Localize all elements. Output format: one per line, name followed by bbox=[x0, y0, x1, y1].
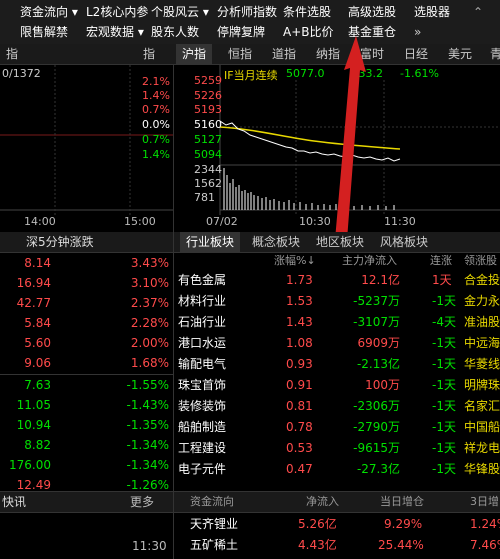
sector-table: 有色金属 1.73 12.1亿 1天 合金投 材料行业 1.53 -5237万 … bbox=[174, 270, 500, 480]
table-row[interactable]: 港口水运 1.08 6909万 -1天 中远海 bbox=[174, 333, 500, 353]
list-item[interactable]: 42.77 2.37% bbox=[0, 293, 173, 313]
col-header[interactable]: 3日增 bbox=[470, 493, 499, 511]
list-item[interactable]: 11.05 -1.43% bbox=[0, 395, 173, 415]
tab-style[interactable]: 风格板块 bbox=[374, 232, 434, 252]
list-item[interactable]: 5.60 2.00% bbox=[0, 333, 173, 353]
table-row[interactable]: 输配电气 0.93 -2.13亿 -1天 华菱线 bbox=[174, 354, 500, 374]
table-row[interactable]: 电子元件 0.47 -27.3亿 -1天 华锋股 bbox=[174, 459, 500, 479]
sector-table-header: 涨幅%↓ 主力净流入 连涨 领涨股 bbox=[174, 252, 500, 270]
col-header[interactable]: 资金流向 bbox=[190, 493, 234, 511]
list-item[interactable]: 8.14 3.43% bbox=[0, 253, 173, 273]
list-item[interactable]: 9.06 1.68% bbox=[0, 353, 173, 373]
rise-fall-list: 8.14 3.43% 16.94 3.10% 42.77 2.37% 5.84 … bbox=[0, 253, 173, 493]
table-row[interactable]: 珠宝首饰 0.91 100万 -1天 明牌珠 bbox=[174, 375, 500, 395]
col-header[interactable]: 连涨 bbox=[430, 252, 452, 270]
tab-concept[interactable]: 概念板块 bbox=[246, 232, 306, 252]
tab-industry[interactable]: 行业板块 bbox=[180, 232, 241, 252]
table-row[interactable]: 五矿稀土 4.43亿 25.44% 7.46% bbox=[174, 535, 500, 555]
table-row[interactable]: 天齐锂业 5.26亿 9.29% 1.24% bbox=[174, 514, 500, 534]
list-item[interactable]: 7.63 -1.55% bbox=[0, 375, 173, 395]
news-header: 快讯 更多 bbox=[0, 491, 173, 513]
list-item[interactable]: 176.00 -1.34% bbox=[0, 455, 173, 475]
rise-fall-header: 深5分钟涨跌 bbox=[0, 232, 173, 253]
list-item[interactable]: 8.82 -1.34% bbox=[0, 435, 173, 455]
list-item[interactable]: 5.84 2.28% bbox=[0, 313, 173, 333]
table-row[interactable]: 材料行业 1.53 -5237万 -1天 金力永 bbox=[174, 291, 500, 311]
list-item[interactable]: 16.94 3.10% bbox=[0, 273, 173, 293]
col-header[interactable]: 领涨股 bbox=[464, 252, 497, 270]
list-item[interactable]: 10.94 -1.35% bbox=[0, 415, 173, 435]
rise-fall-title[interactable]: 深5分钟涨跌 bbox=[26, 232, 94, 252]
col-header[interactable]: 当日增仓 bbox=[380, 493, 424, 511]
news-time: 11:30 bbox=[132, 539, 167, 553]
col-header[interactable]: 净流入 bbox=[306, 493, 339, 511]
col-header[interactable]: 主力净流入 bbox=[342, 252, 397, 270]
table-row[interactable]: 石油行业 1.43 -3107万 -4天 准油股 bbox=[174, 312, 500, 332]
col-header[interactable]: 涨幅%↓ bbox=[274, 252, 316, 270]
news-more-link[interactable]: 更多 bbox=[130, 492, 154, 512]
table-row[interactable]: 工程建设 0.53 -9615万 -1天 祥龙电 bbox=[174, 438, 500, 458]
table-row[interactable]: 有色金属 1.73 12.1亿 1天 合金投 bbox=[174, 270, 500, 290]
tab-region[interactable]: 地区板块 bbox=[310, 232, 370, 252]
fund-flow-header: 资金流向 净流入 当日增仓 3日增 bbox=[174, 491, 500, 513]
table-row[interactable]: 船舶制造 0.78 -2790万 -1天 中国船 bbox=[174, 417, 500, 437]
fund-flow-table: 天齐锂业 5.26亿 9.29% 1.24% 五矿稀土 4.43亿 25.44%… bbox=[174, 514, 500, 559]
table-row[interactable]: 装修装饰 0.81 -2306万 -1天 名家汇 bbox=[174, 396, 500, 416]
news-title: 快讯 bbox=[2, 495, 27, 509]
